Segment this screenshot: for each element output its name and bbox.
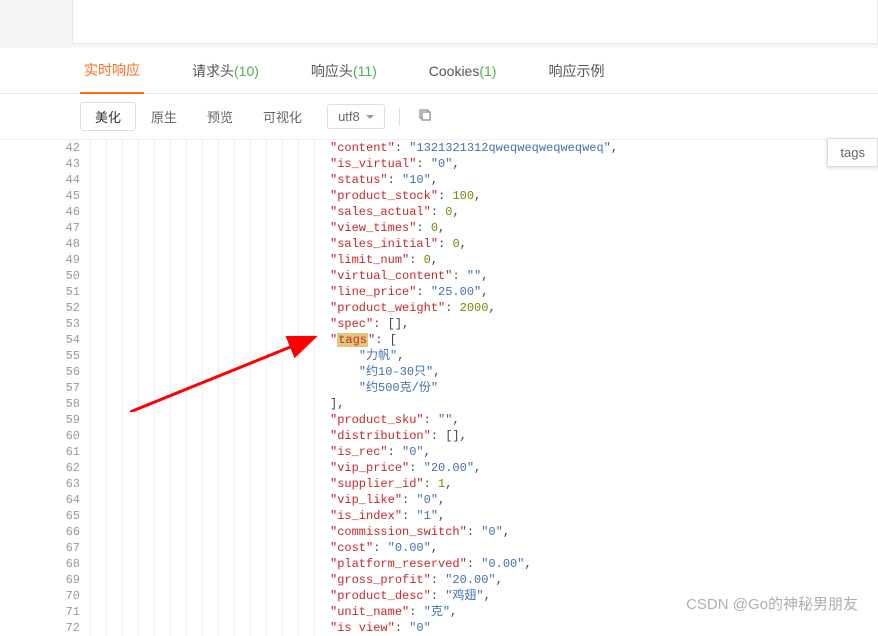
divider (399, 108, 400, 126)
code-line: "is_index": "1", (330, 508, 878, 524)
tab-response-example[interactable]: 响应示例 (544, 48, 608, 94)
line-number: 66 (0, 524, 80, 540)
code-line: "product_stock": 100, (330, 188, 878, 204)
code-line: "line_price": "25.00", (330, 284, 878, 300)
code-line: "spec": [], (330, 316, 878, 332)
code-line: "cost": "0.00", (330, 540, 878, 556)
code-line: "commission_switch": "0", (330, 524, 878, 540)
line-number: 53 (0, 316, 80, 332)
line-number: 64 (0, 492, 80, 508)
line-number: 65 (0, 508, 80, 524)
code-line: "is view": "0" (330, 620, 878, 636)
code-line: "力帆", (330, 348, 878, 364)
line-number: 52 (0, 300, 80, 316)
chevron-down-icon (366, 115, 374, 119)
line-number: 56 (0, 364, 80, 380)
line-number: 63 (0, 476, 80, 492)
code-line: "约500克/份" (330, 380, 878, 396)
indent-guides (90, 140, 330, 636)
code-line: "platform_reserved": "0.00", (330, 556, 878, 572)
top-panel (72, 0, 878, 44)
code-line: "vip_like": "0", (330, 492, 878, 508)
code-line: "sales_initial": 0, (330, 236, 878, 252)
line-number: 50 (0, 268, 80, 284)
tab-request-headers[interactable]: 请求头(10) (188, 48, 263, 94)
tab-response-headers[interactable]: 响应头(11) (307, 48, 381, 94)
line-number: 58 (0, 396, 80, 412)
code-line: "distribution": [], (330, 428, 878, 444)
line-number: 42 (0, 140, 80, 156)
search-popup[interactable]: tags (827, 138, 878, 167)
code-line: "vip_price": "20.00", (330, 460, 878, 476)
line-number: 43 (0, 156, 80, 172)
line-number: 70 (0, 588, 80, 604)
view-pretty[interactable]: 美化 (80, 102, 136, 131)
line-number: 47 (0, 220, 80, 236)
line-number: 72 (0, 620, 80, 636)
view-raw[interactable]: 原生 (136, 102, 192, 131)
code-line: "status": "10", (330, 172, 878, 188)
code-line: "is_virtual": "0", (330, 156, 878, 172)
code-line: "product_weight": 2000, (330, 300, 878, 316)
code-lines[interactable]: "content": "1321321312qweqweqweqweqweq",… (330, 140, 878, 636)
line-number: 71 (0, 604, 80, 620)
line-number: 44 (0, 172, 80, 188)
line-number: 48 (0, 236, 80, 252)
code-line: "sales_actual": 0, (330, 204, 878, 220)
code-content: 4243444546474849505152535455565758596061… (0, 140, 878, 636)
view-preview[interactable]: 预览 (192, 102, 248, 131)
code-line: "约10-30只", (330, 364, 878, 380)
code-line: "content": "1321321312qweqweqweqweqweq", (330, 140, 878, 156)
line-number: 60 (0, 428, 80, 444)
line-number: 57 (0, 380, 80, 396)
code-line: "gross_profit": "20.00", (330, 572, 878, 588)
tab-realtime-response[interactable]: 实时响应 (80, 48, 144, 94)
line-number: 61 (0, 444, 80, 460)
view-visual[interactable]: 可视化 (248, 102, 317, 131)
line-number: 46 (0, 204, 80, 220)
line-gutter: 4243444546474849505152535455565758596061… (0, 140, 90, 636)
code-line: "tags": [ (330, 332, 878, 348)
encoding-select[interactable]: utf8 (327, 104, 385, 129)
line-number: 54 (0, 332, 80, 348)
line-number: 45 (0, 188, 80, 204)
code-line: "virtual_content": "", (330, 268, 878, 284)
line-number: 49 (0, 252, 80, 268)
line-number: 51 (0, 284, 80, 300)
code-line: "view_times": 0, (330, 220, 878, 236)
code-line: "supplier_id": 1, (330, 476, 878, 492)
toolbar: 美化 原生 预览 可视化 utf8 (0, 94, 878, 140)
code-line: "limit_num": 0, (330, 252, 878, 268)
line-number: 69 (0, 572, 80, 588)
line-number: 55 (0, 348, 80, 364)
code-line: ], (330, 396, 878, 412)
copy-icon[interactable] (414, 104, 436, 129)
code-line: "is_rec": "0", (330, 444, 878, 460)
line-number: 59 (0, 412, 80, 428)
line-number: 67 (0, 540, 80, 556)
tabs-row: 实时响应 请求头(10) 响应头(11) Cookies(1) 响应示例 (0, 48, 878, 94)
tab-cookies[interactable]: Cookies(1) (425, 48, 501, 94)
code-line: "product_sku": "", (330, 412, 878, 428)
line-number: 62 (0, 460, 80, 476)
watermark: CSDN @Go的神秘男朋友 (686, 593, 858, 614)
line-number: 68 (0, 556, 80, 572)
